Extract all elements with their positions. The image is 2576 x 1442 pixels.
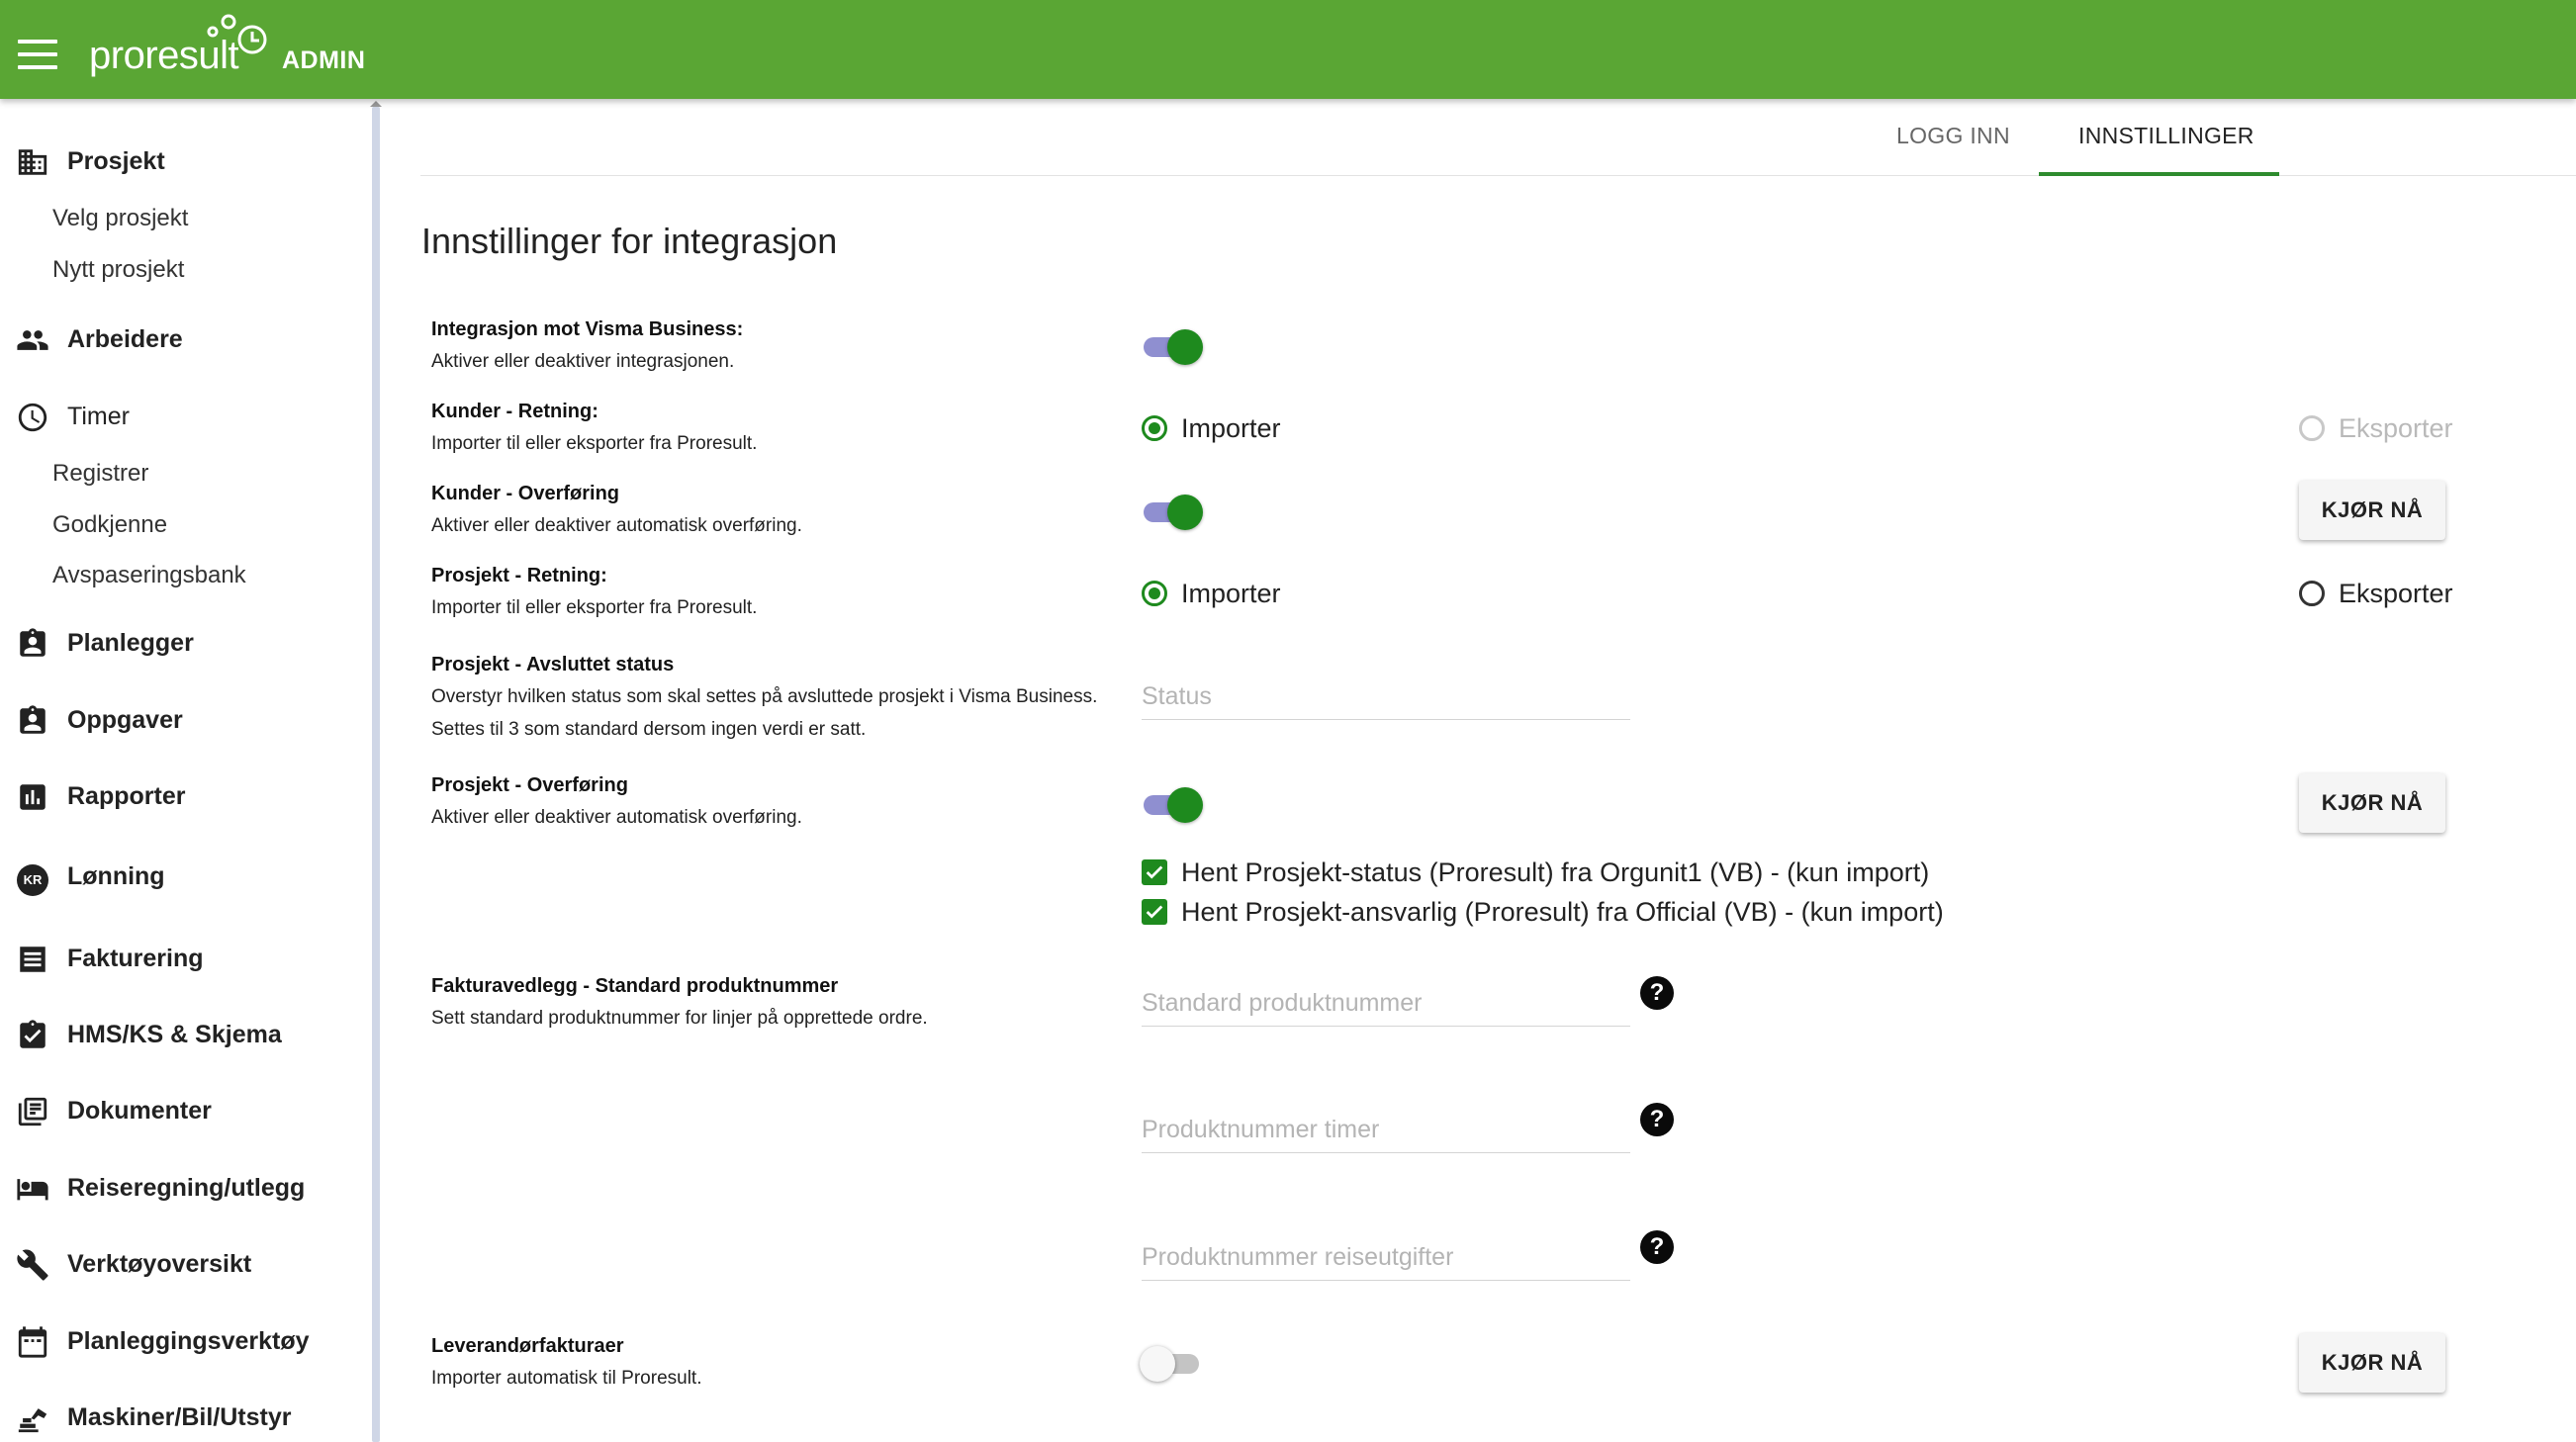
sidebar-item-lonning[interactable]: KR Lønning	[0, 852, 366, 901]
sidebar-item-dokumenter[interactable]: Dokumenter	[0, 1086, 366, 1135]
leverandor-toggle[interactable]	[1140, 1343, 1205, 1383]
visma-desc: Aktiver eller deaktiver integrasjonen.	[431, 351, 735, 372]
kunder-retning-desc: Importer til eller eksporter fra Proresu…	[431, 433, 758, 454]
clock-icon	[18, 403, 47, 432]
menu-icon[interactable]	[18, 40, 57, 69]
sidebar-item-label: Fakturering	[67, 945, 204, 972]
sidebar-subitem-avspaseringsbank[interactable]: Avspaseringsbank	[52, 562, 246, 589]
sidebar-item-label: Timer	[67, 403, 130, 430]
list-icon	[20, 946, 46, 972]
prosjekt-retning-title: Prosjekt - Retning:	[431, 565, 607, 586]
app-header: proresult ADMIN	[0, 0, 2576, 99]
kunder-kjor-na-button[interactable]: KJØR NÅ	[2299, 481, 2445, 540]
sidebar-item-label: Prosjekt	[67, 147, 165, 175]
leverandor-desc: Importer automatisk til Proresult.	[431, 1368, 702, 1389]
leverandor-title: Leverandørfakturaer	[431, 1335, 624, 1357]
assignment-icon	[20, 705, 46, 734]
people-icon	[17, 330, 48, 350]
sidebar-item-oppgaver[interactable]: Oppgaver	[0, 695, 366, 745]
standard-produktnummer-input[interactable]: Standard produktnummer	[1142, 983, 1630, 1027]
admin-label: ADMIN	[282, 46, 366, 74]
fakturavedlegg-desc: Sett standard produktnummer for linjer p…	[431, 1008, 928, 1029]
sidebar-item-verktoyoversikt[interactable]: Verktøyoversikt	[0, 1239, 366, 1289]
sidebar-scrollbar[interactable]	[372, 107, 380, 1442]
logo-clock-icon	[207, 14, 267, 54]
sidebar-item-planleggingsverktoy[interactable]: Planleggingsverktøy	[0, 1316, 366, 1366]
sidebar-item-arbeidere[interactable]: Arbeidere	[0, 315, 366, 364]
sidebar-item-maskiner[interactable]: Maskiner/Bil/Utstyr	[0, 1393, 366, 1442]
checkbox-checked-icon	[1142, 859, 1167, 885]
wrench-icon	[17, 1249, 48, 1281]
help-icon[interactable]: ?	[1640, 976, 1674, 1010]
sidebar-item-label: Maskiner/Bil/Utstyr	[67, 1403, 292, 1431]
sidebar-item-label: Reiseregning/utlegg	[67, 1174, 306, 1202]
fakturavedlegg-title: Fakturavedlegg - Standard produktnummer	[431, 975, 839, 997]
status-input[interactable]: Status	[1142, 676, 1630, 720]
badge-icon	[20, 628, 46, 657]
kr-coin-icon: KR	[17, 864, 48, 896]
kunder-overforing-desc: Aktiver eller deaktiver automatisk overf…	[431, 515, 802, 536]
bed-icon	[17, 1179, 48, 1201]
visma-title: Integrasjon mot Visma Business:	[431, 318, 744, 340]
sidebar-item-label: Lønning	[67, 862, 165, 890]
sidebar-item-planlegger[interactable]: Planlegger	[0, 618, 366, 668]
sidebar-item-prosjekt[interactable]: Prosjekt	[0, 136, 366, 186]
sidebar-item-label: Arbeidere	[67, 325, 183, 353]
help-icon[interactable]: ?	[1640, 1103, 1674, 1136]
building-icon	[18, 149, 47, 175]
checklist-icon	[20, 1020, 46, 1048]
sidebar-item-label: Planlegger	[67, 629, 194, 657]
tab-logg-inn[interactable]: LOGG INN	[1896, 123, 2010, 149]
sidebar-item-label: Planleggingsverktøy	[67, 1327, 310, 1355]
checkbox-checked-icon	[1142, 899, 1167, 925]
leverandor-kjor-na-button[interactable]: KJØR NÅ	[2299, 1333, 2445, 1393]
proresult-logo[interactable]: proresult	[89, 14, 277, 83]
page-title: Innstillinger for integrasjon	[421, 221, 838, 261]
sidebar-item-label: HMS/KS & Skjema	[67, 1021, 282, 1048]
library-books-icon	[18, 1097, 47, 1127]
sidebar-item-timer[interactable]: Timer	[0, 392, 366, 441]
sidebar-item-label: Verktøyoversikt	[67, 1250, 252, 1278]
sidebar-item-label: Dokumenter	[67, 1097, 212, 1125]
sidebar-item-rapporter[interactable]: Rapporter	[0, 771, 366, 821]
produktnummer-reiseutgifter-input[interactable]: Produktnummer reiseutgifter	[1142, 1237, 1630, 1281]
prosjekt-overforing-title: Prosjekt - Overføring	[431, 774, 628, 796]
prosjekt-overforing-toggle[interactable]	[1142, 784, 1205, 824]
prosjekt-retning-desc: Importer til eller eksporter fra Proresu…	[431, 597, 758, 618]
calendar-icon	[18, 1326, 47, 1358]
produktnummer-timer-input[interactable]: Produktnummer timer	[1142, 1110, 1630, 1153]
kunder-overforing-title: Kunder - Overføring	[431, 483, 620, 504]
status-placeholder: Status	[1142, 682, 1212, 710]
sidebar-subitem-velg-prosjekt[interactable]: Velg prosjekt	[52, 205, 188, 232]
sidebar: Prosjekt Velg prosjekt Nytt prosjekt Arb…	[0, 99, 378, 1442]
tab-bar: LOGG INN INNSTILLINGER	[420, 99, 2576, 176]
kunder-overforing-toggle[interactable]	[1142, 492, 1205, 531]
sidebar-item-hms[interactable]: HMS/KS & Skjema	[0, 1010, 366, 1059]
kunder-retning-title: Kunder - Retning:	[431, 401, 598, 422]
sidebar-item-reiseregning[interactable]: Reiseregning/utlegg	[0, 1163, 366, 1213]
prosjekt-status-title: Prosjekt - Avsluttet status	[431, 654, 675, 676]
help-icon[interactable]: ?	[1640, 1230, 1674, 1264]
sidebar-subitem-registrer[interactable]: Registrer	[52, 460, 148, 488]
active-tab-indicator	[2039, 172, 2279, 176]
sidebar-item-fakturering[interactable]: Fakturering	[0, 934, 366, 983]
sidebar-subitem-godkjenne[interactable]: Godkjenne	[52, 511, 167, 539]
sidebar-item-label: Oppgaver	[67, 706, 183, 734]
excavator-icon	[18, 1408, 47, 1433]
bar-chart-icon	[20, 784, 46, 810]
prosjekt-status-desc-2: Settes til 3 som standard dersom ingen v…	[431, 719, 867, 740]
tab-innstillinger[interactable]: INNSTILLINGER	[2078, 123, 2254, 149]
prosjekt-kjor-na-button[interactable]: KJØR NÅ	[2299, 773, 2445, 833]
prosjekt-overforing-desc: Aktiver eller deaktiver automatisk overf…	[431, 807, 802, 828]
sidebar-item-label: Rapporter	[67, 782, 186, 810]
sidebar-subitem-nytt-prosjekt[interactable]: Nytt prosjekt	[52, 256, 184, 284]
prosjekt-status-desc: Overstyr hvilken status som skal settes …	[431, 686, 1098, 707]
visma-toggle[interactable]	[1142, 326, 1205, 366]
